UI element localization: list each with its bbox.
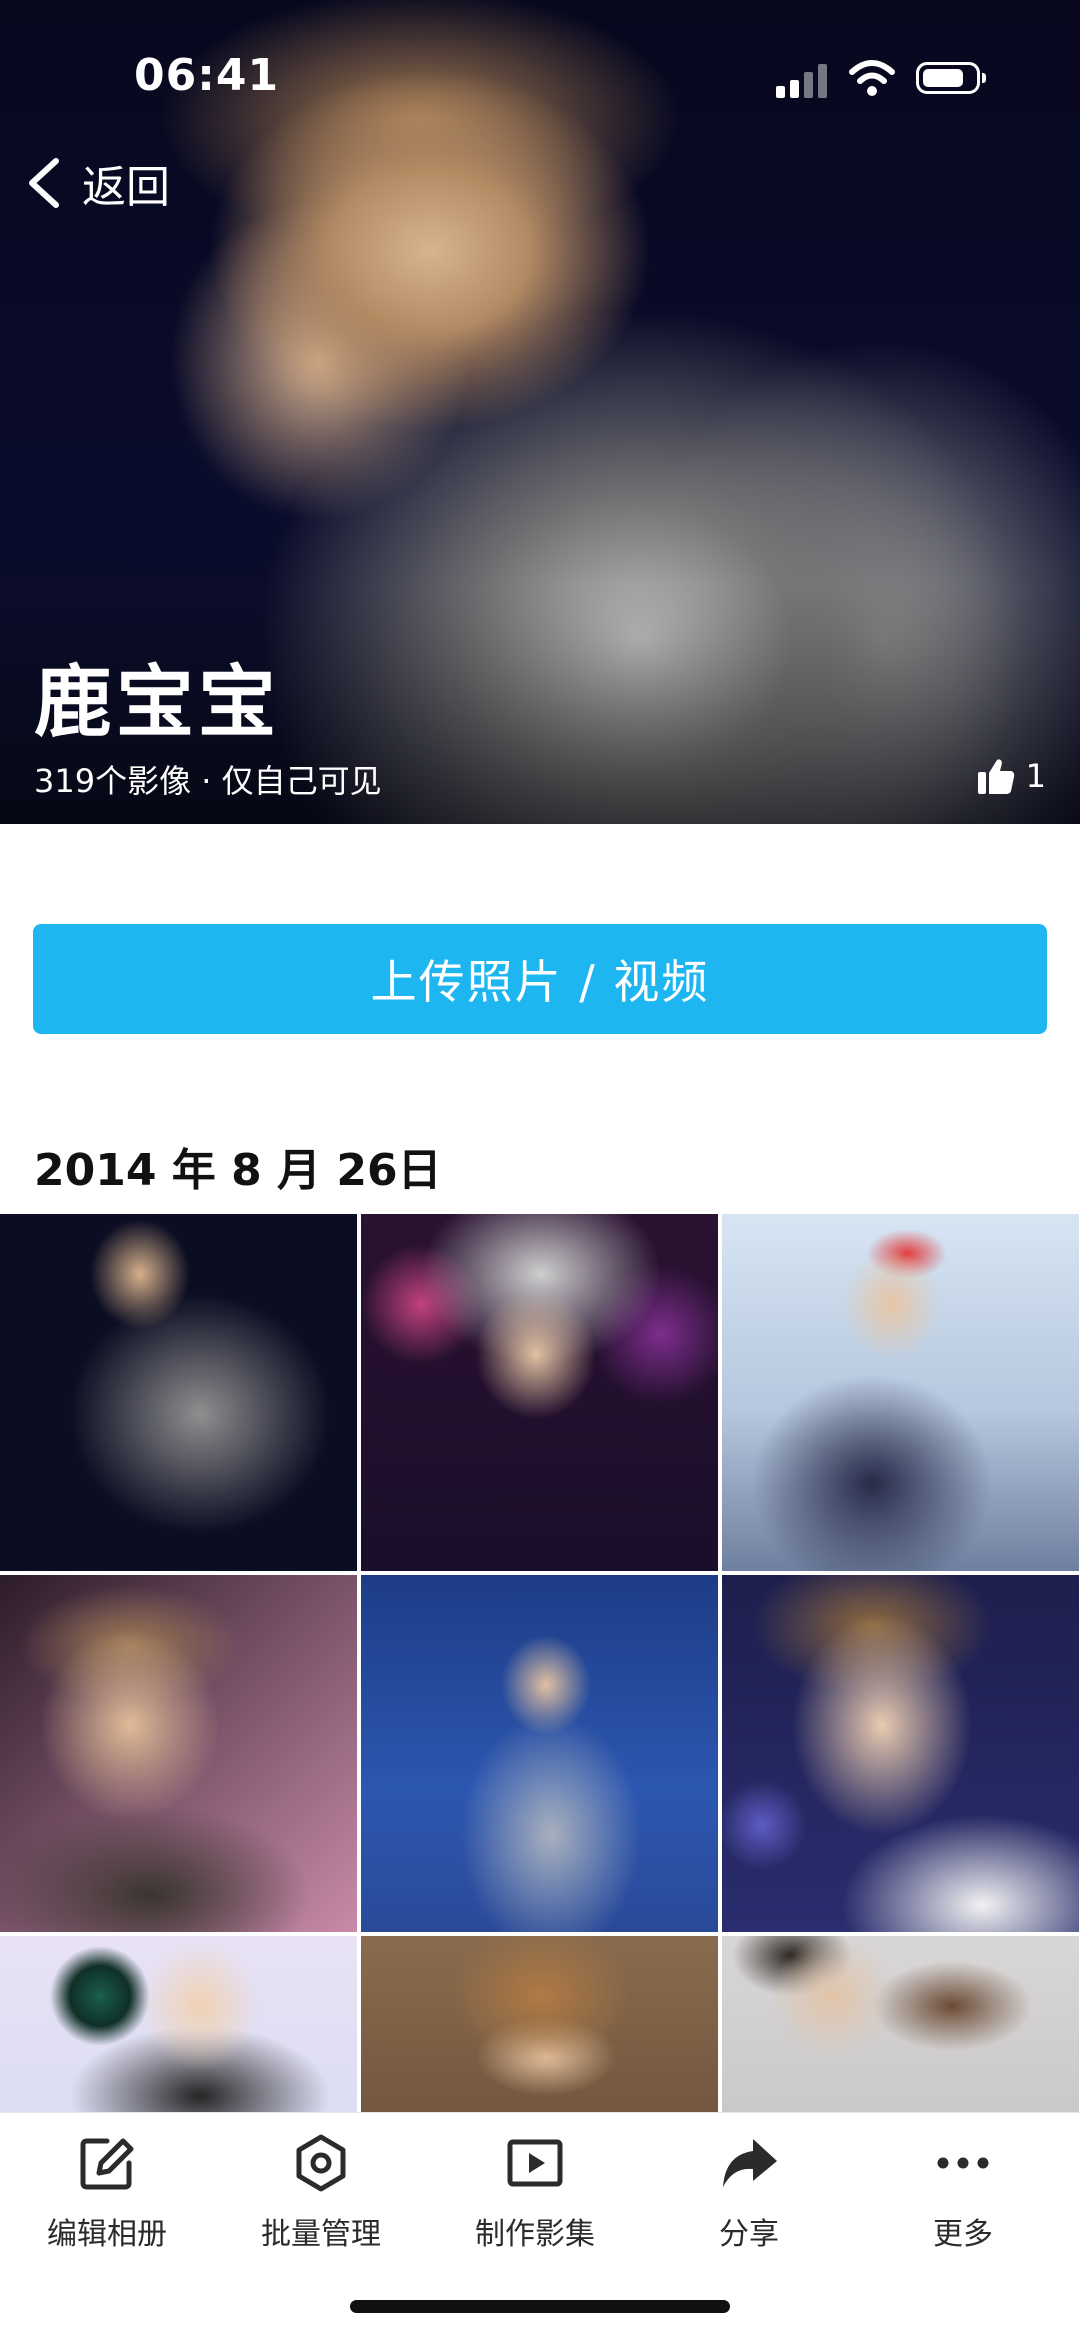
tab-label: 制作影集	[475, 2217, 595, 2252]
play-icon	[507, 2139, 563, 2187]
photo-thumbnail[interactable]	[722, 1575, 1079, 1932]
edit-icon	[80, 2138, 134, 2190]
album-cover: 06:41 返回 鹿宝宝 319个影像 · 仅自己可见 1	[0, 0, 1080, 824]
share-button[interactable]: 分享	[664, 2133, 834, 2263]
photo-thumbnail[interactable]	[0, 1214, 357, 1571]
make-album-video-button[interactable]: 制作影集	[450, 2133, 620, 2263]
like-count: 1	[1025, 757, 1046, 795]
more-button[interactable]: 更多	[878, 2133, 1048, 2263]
tab-label: 批量管理	[261, 2217, 381, 2252]
chevron-left-icon	[29, 158, 59, 208]
more-icon	[937, 2157, 989, 2169]
back-button[interactable]: 返回	[22, 148, 170, 218]
wifi-icon	[849, 60, 895, 96]
album-title: 鹿宝宝	[34, 658, 281, 748]
tab-label: 分享	[719, 2217, 779, 2252]
tab-label: 更多	[933, 2217, 993, 2252]
photo-thumbnail[interactable]	[361, 1214, 718, 1571]
back-label: 返回	[82, 162, 170, 213]
photo-thumbnail[interactable]	[361, 1575, 718, 1932]
home-indicator[interactable]	[350, 2300, 730, 2313]
status-time: 06:41	[134, 50, 280, 101]
album-meta: 319个影像 · 仅自己可见	[34, 762, 382, 800]
status-bar: 06:41	[0, 0, 1080, 150]
date-heading: 2014 年 8 月 26日	[34, 1145, 442, 1196]
share-icon	[723, 2139, 777, 2187]
batch-manage-button[interactable]: 批量管理	[236, 2133, 406, 2263]
battery-icon	[916, 62, 986, 94]
cellular-signal-icon	[776, 64, 828, 98]
photo-thumbnail[interactable]	[722, 1214, 1079, 1571]
thumbs-up-icon	[977, 759, 1014, 794]
photo-thumbnail[interactable]	[0, 1575, 357, 1932]
edit-album-button[interactable]: 编辑相册	[22, 2133, 192, 2263]
upload-button[interactable]: 上传照片 / 视频	[33, 924, 1047, 1034]
tab-label: 编辑相册	[47, 2217, 167, 2252]
like-button[interactable]: 1	[976, 756, 1046, 796]
batch-manage-icon	[296, 2134, 346, 2192]
